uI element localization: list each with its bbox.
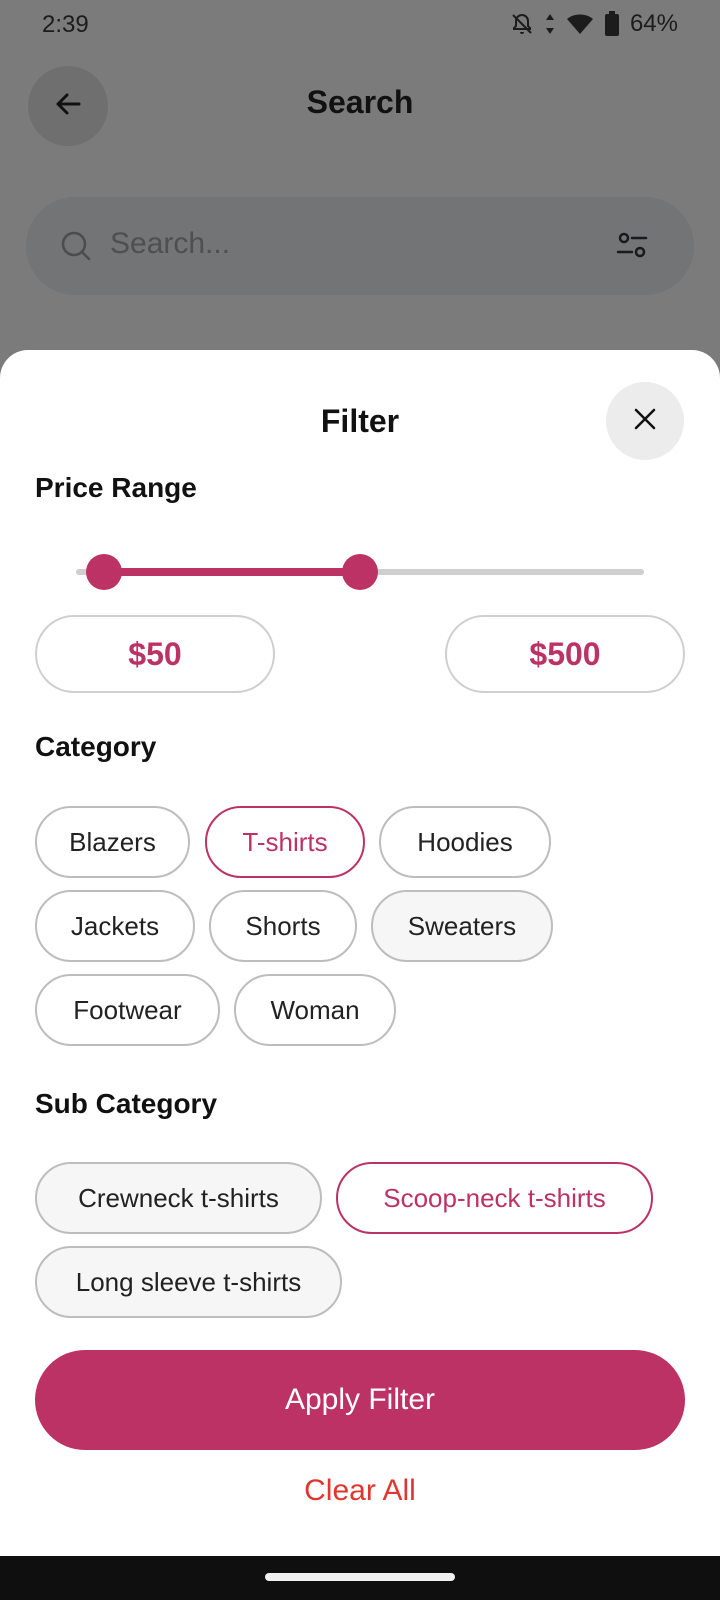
chip-category-shorts[interactable]: Shorts (209, 890, 357, 962)
chip-category-t-shirts[interactable]: T-shirts (205, 806, 365, 878)
chip-subcategory-long-sleeve[interactable]: Long sleeve t-shirts (35, 1246, 342, 1318)
search-input[interactable]: Search... (110, 227, 230, 261)
sub-category-label: Sub Category (35, 1088, 218, 1119)
notifications-off-icon (510, 12, 534, 36)
slider-active-range (104, 568, 360, 576)
slider-thumb-min[interactable] (86, 554, 123, 590)
chip-category-sweaters[interactable]: Sweaters (371, 890, 553, 962)
status-icons: 64% (510, 10, 678, 38)
system-navigation-bar (0, 1556, 720, 1600)
status-bar: 2:39 64% (0, 0, 720, 50)
battery-icon (604, 11, 620, 37)
chip-category-footwear[interactable]: Footwear (35, 974, 220, 1046)
chip-category-jackets[interactable]: Jackets (35, 890, 195, 962)
search-icon (60, 230, 92, 267)
battery-percentage: 64% (629, 10, 678, 37)
close-button[interactable] (606, 382, 684, 460)
home-gesture-handle[interactable] (265, 1573, 455, 1581)
apply-filter-button[interactable]: Apply Filter (35, 1350, 685, 1450)
price-range-slider[interactable] (76, 554, 644, 590)
close-icon (634, 408, 656, 435)
data-arrows-icon (544, 12, 556, 36)
search-bar[interactable]: Search... (26, 197, 694, 295)
chip-category-hoodies[interactable]: Hoodies (379, 806, 551, 878)
max-price-field[interactable]: $500 (445, 615, 685, 693)
slider-thumb-max[interactable] (342, 554, 378, 590)
price-range-label: Price Range (35, 472, 197, 503)
chip-subcategory-scoop-neck[interactable]: Scoop-neck t-shirts (336, 1162, 653, 1234)
filter-sheet: Filter Price Range $50 $500 Category Bla… (0, 350, 720, 1556)
page-title: Search (306, 84, 414, 120)
wifi-icon (566, 12, 594, 36)
chip-subcategory-crewneck[interactable]: Crewneck t-shirts (35, 1162, 322, 1234)
clear-all-button[interactable]: Clear All (0, 1474, 720, 1508)
filter-sliders-icon[interactable] (616, 229, 648, 266)
category-label: Category (35, 731, 157, 762)
chip-category-blazers[interactable]: Blazers (35, 806, 190, 878)
min-price-field[interactable]: $50 (35, 615, 275, 693)
status-time: 2:39 (42, 11, 89, 38)
chip-category-woman[interactable]: Woman (234, 974, 396, 1046)
